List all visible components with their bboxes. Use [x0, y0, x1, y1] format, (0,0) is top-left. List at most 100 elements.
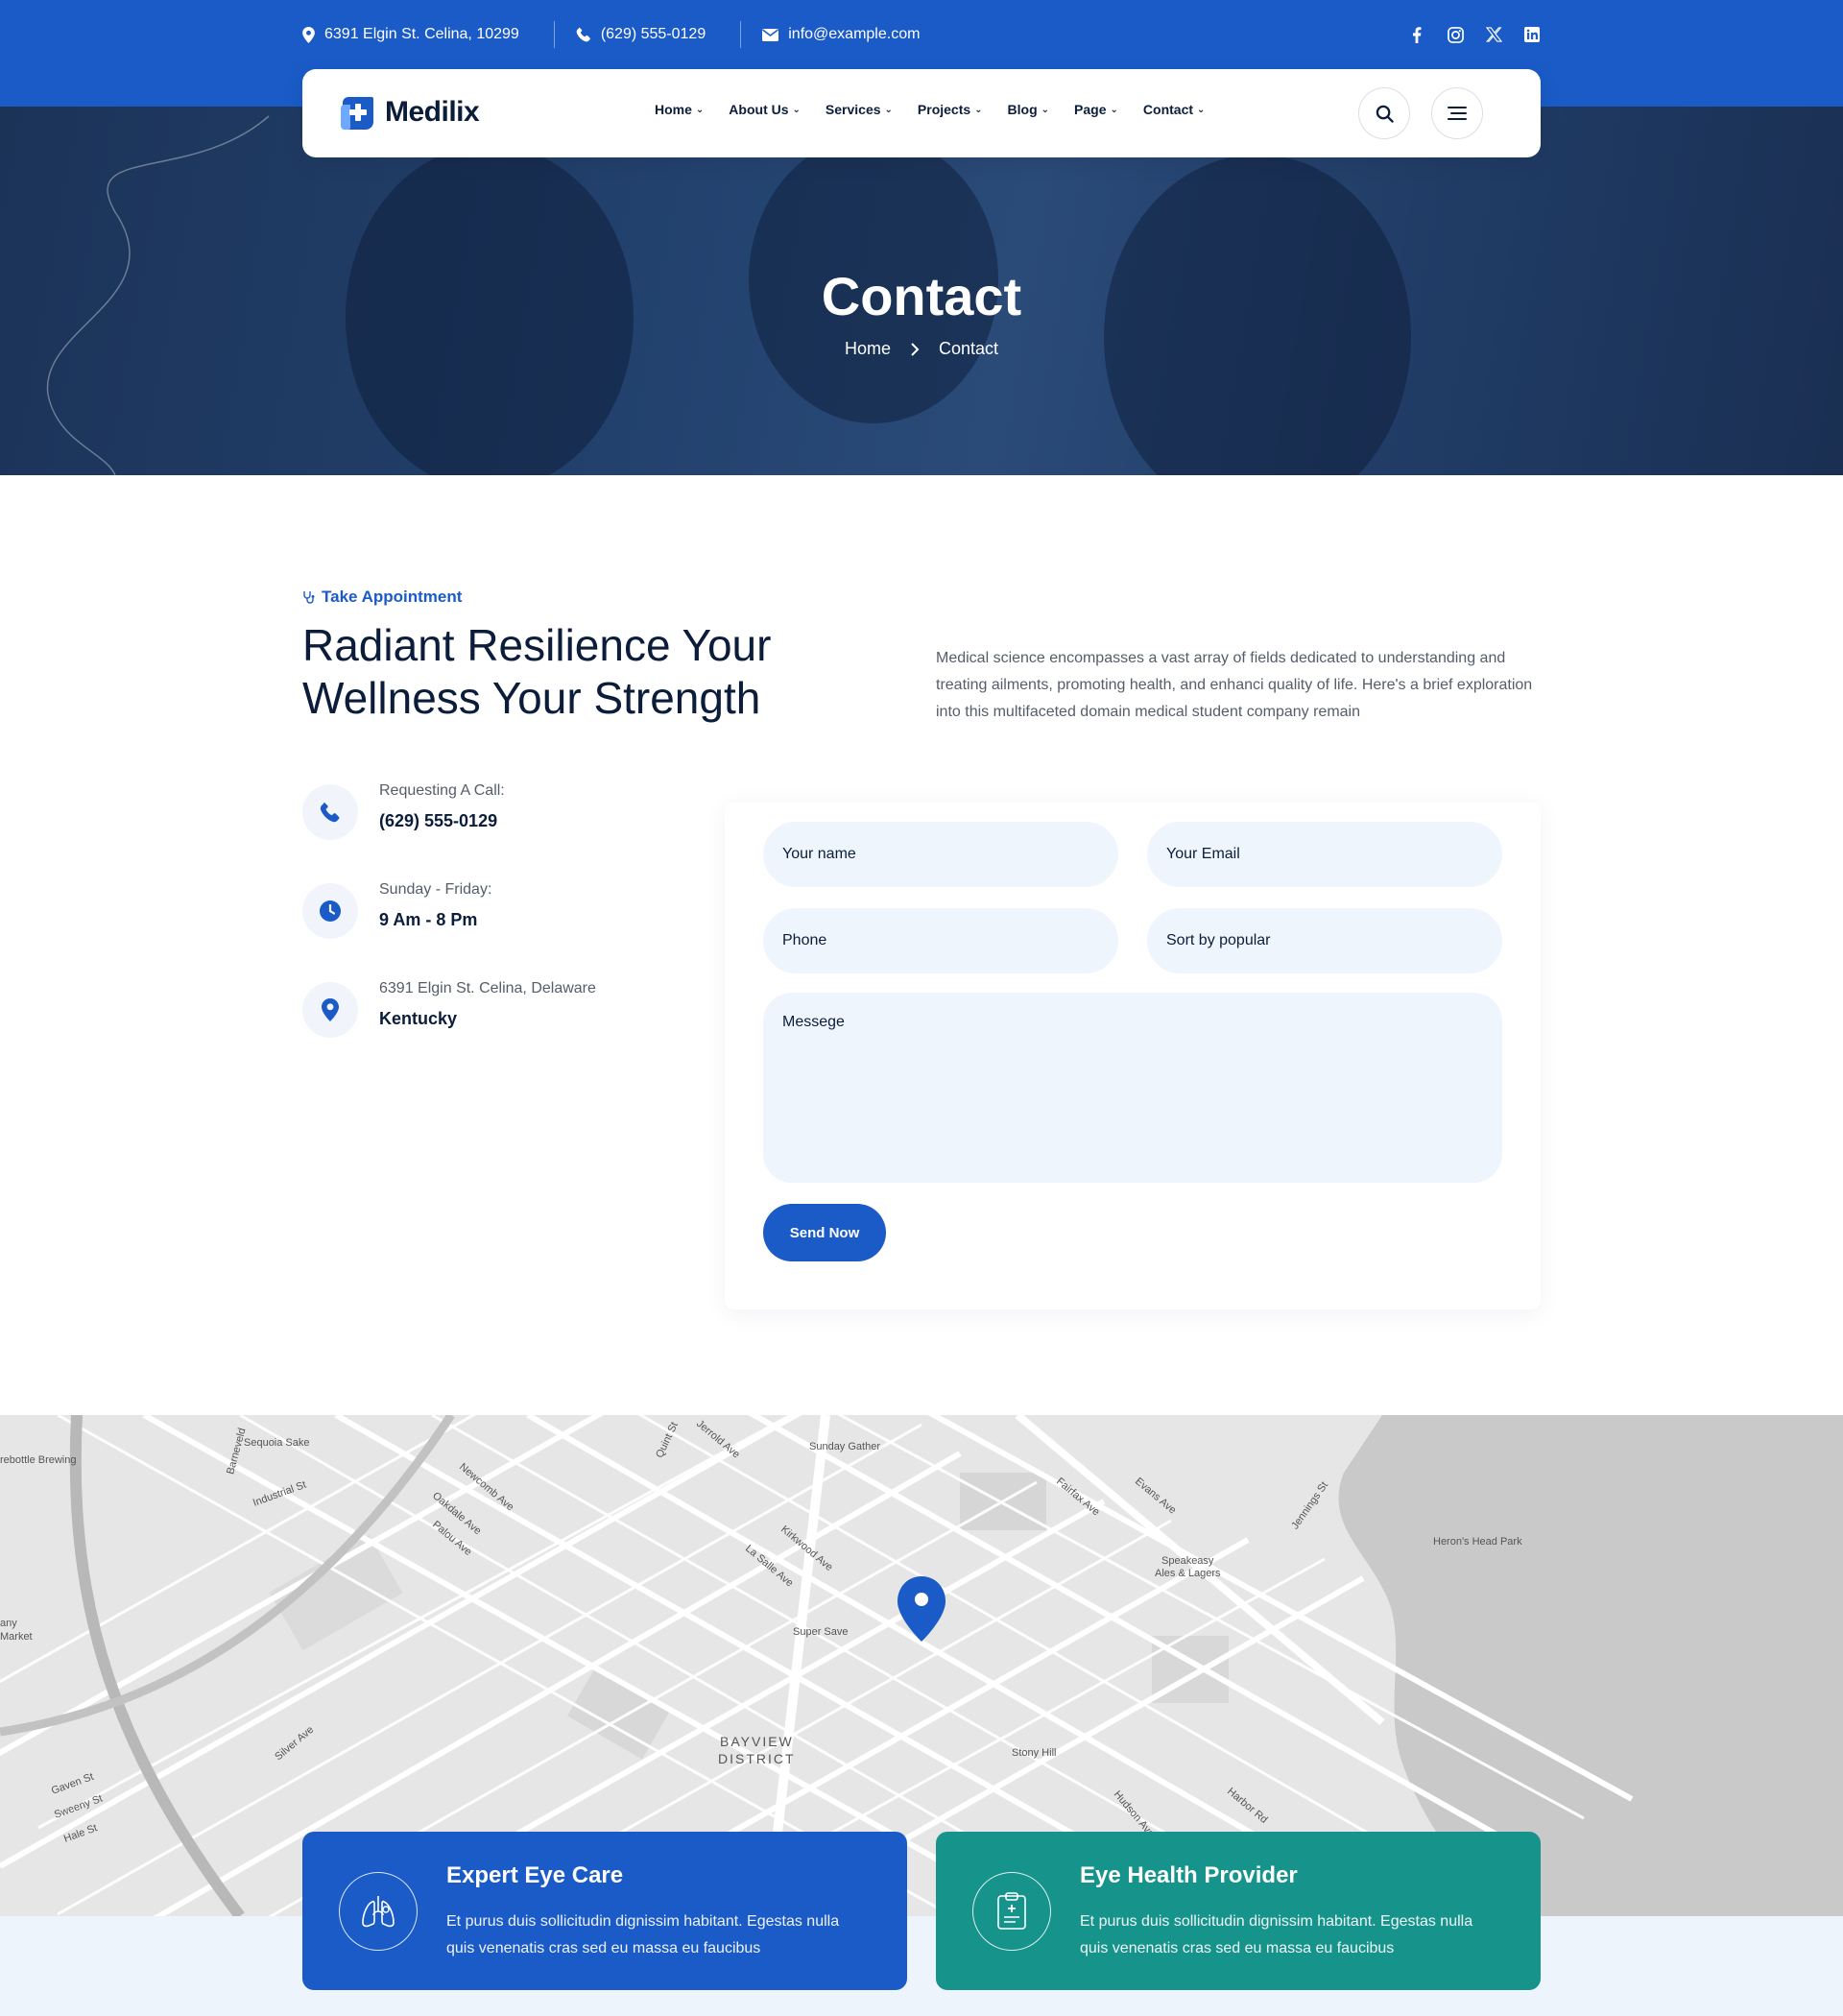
phone-icon — [320, 802, 340, 823]
breadcrumb-current: Contact — [938, 339, 999, 358]
chevron-down-icon: ⌄ — [1197, 104, 1206, 115]
nav-item-blog[interactable]: Blog ⌄ — [1008, 102, 1050, 117]
chevron-down-icon: ⌄ — [695, 104, 705, 115]
stethoscope-icon — [303, 591, 315, 604]
phone-input[interactable] — [763, 908, 1118, 973]
page-hero: Contact Home Contact — [0, 107, 1843, 475]
map-canvas: Barneveld Sequoia Sake rebottle Brewing … — [0, 1415, 1843, 1916]
svg-text:Stony Hill: Stony Hill — [1012, 1747, 1056, 1759]
chevron-right-icon — [911, 342, 920, 356]
social-links — [1408, 26, 1541, 43]
location-map[interactable]: Barneveld Sequoia Sake rebottle Brewing … — [0, 1415, 1843, 1916]
x-icon[interactable] — [1485, 26, 1502, 43]
nav-item-contact[interactable]: Contact ⌄ — [1143, 102, 1206, 117]
nav-item-label: Blog — [1007, 102, 1038, 117]
sort-select[interactable]: Sort by popular — [1147, 908, 1502, 973]
svg-text:Heron's Head Park: Heron's Head Park — [1433, 1536, 1522, 1548]
divider — [740, 21, 742, 48]
clipboard-medical-icon — [997, 1892, 1026, 1930]
topbar-address: 6391 Elgin St. Celina, 10299 — [302, 26, 554, 43]
contact-item-hours: Sunday - Friday: 9 Am - 8 Pm — [302, 881, 492, 939]
search-button[interactable] — [1358, 87, 1410, 139]
contact-icon-wrapper — [302, 982, 358, 1038]
message-textarea[interactable] — [763, 993, 1502, 1183]
email-input[interactable] — [1147, 822, 1502, 887]
svg-text:Gaven St: Gaven St — [50, 1771, 95, 1797]
section-tag: Take Appointment — [302, 588, 462, 607]
nav-item-label: Home — [655, 102, 692, 117]
contact-label: 6391 Elgin St. Celina, Delaware — [379, 980, 596, 996]
brand-logo[interactable]: Medilix — [341, 95, 480, 130]
nav-menu: Home ⌄ About Us ⌄ Services ⌄ Projects ⌄ Blog… — [655, 102, 1205, 117]
page-title: Contact — [821, 266, 1022, 326]
svg-text:Silver Ave: Silver Ave — [273, 1724, 316, 1764]
name-input[interactable] — [763, 822, 1118, 887]
divider — [553, 21, 555, 48]
lungs-icon — [362, 1896, 395, 1928]
nav-item-services[interactable]: Services ⌄ — [826, 102, 893, 117]
linkedin-icon[interactable] — [1523, 26, 1541, 43]
section-description: Medical science encompasses a vast array… — [936, 650, 1533, 720]
contact-form: Sort by popular Send Now — [725, 803, 1541, 1309]
contact-value: 9 Am - 8 Pm — [379, 910, 478, 929]
clock-icon — [320, 900, 341, 922]
contact-value: Kentucky — [379, 1009, 458, 1028]
topbar-email-text: info@example.com — [788, 26, 921, 42]
feature-icon-wrapper — [339, 1872, 418, 1951]
nav-item-label: Projects — [917, 102, 971, 117]
medical-cross-logo-icon — [341, 97, 373, 130]
hamburger-menu-icon — [1448, 107, 1467, 120]
feature-title: Eye Health Provider — [1080, 1862, 1298, 1888]
svg-text:Jennings St: Jennings St — [1289, 1479, 1330, 1531]
svg-text:BAYVIEW: BAYVIEW — [720, 1734, 794, 1749]
nav-item-label: About Us — [729, 102, 789, 117]
breadcrumb-home-link[interactable]: Home — [845, 339, 891, 359]
nav-item-projects[interactable]: Projects ⌄ — [918, 102, 983, 117]
contact-icon-wrapper — [302, 883, 358, 939]
svg-text:Sunday Gather: Sunday Gather — [809, 1441, 880, 1452]
svg-text:Speakeasy: Speakeasy — [1161, 1555, 1214, 1567]
chevron-down-icon: ⌄ — [974, 104, 983, 115]
feature-icon-wrapper — [972, 1872, 1051, 1951]
contact-item-location: 6391 Elgin St. Celina, Delaware Kentucky — [302, 980, 596, 1038]
chevron-down-icon: ⌄ — [884, 104, 893, 115]
chevron-down-icon: ⌄ — [1110, 104, 1118, 115]
contact-item-call: Requesting A Call: (629) 555-0129 — [302, 782, 505, 840]
envelope-icon — [762, 28, 779, 41]
phone-icon — [576, 27, 590, 42]
location-pin-icon — [302, 26, 315, 43]
chevron-down-icon: ⌄ — [1041, 104, 1050, 115]
feature-title: Expert Eye Care — [446, 1862, 624, 1888]
location-pin-icon — [322, 998, 339, 1021]
svg-text:Ales & Lagers: Ales & Lagers — [1155, 1568, 1221, 1579]
svg-text:Sweeny St: Sweeny St — [53, 1793, 105, 1821]
topbar-phone-text: (629) 555-0129 — [600, 26, 706, 42]
section-tag-text: Take Appointment — [322, 588, 463, 606]
send-now-button[interactable]: Send Now — [763, 1204, 886, 1261]
contact-icon-wrapper — [302, 784, 358, 840]
contact-label: Requesting A Call: — [379, 782, 505, 799]
section-heading: Radiant Resilience Your Wellness Your St… — [302, 620, 772, 723]
nav-item-home[interactable]: Home ⌄ — [655, 102, 704, 117]
feature-card-eye-health-provider[interactable]: Eye Health Provider Et purus duis sollic… — [936, 1832, 1541, 1990]
search-icon — [1376, 105, 1394, 123]
facebook-icon[interactable] — [1408, 26, 1425, 43]
bottom-background-strip — [0, 1916, 1843, 2016]
nav-item-about-us[interactable]: About Us ⌄ — [729, 102, 801, 117]
svg-text:Super Save: Super Save — [793, 1626, 848, 1638]
nav-item-page[interactable]: Page ⌄ — [1074, 102, 1118, 117]
feature-card-expert-eye-care[interactable]: Expert Eye Care Et purus duis sollicitud… — [302, 1832, 907, 1990]
breadcrumb: Home Contact — [0, 339, 1843, 359]
main-navigation: Medilix Home ⌄ About Us ⌄ Services ⌄ Projec… — [302, 69, 1541, 157]
menu-toggle-button[interactable] — [1431, 87, 1483, 139]
contact-label: Sunday - Friday: — [379, 881, 492, 898]
feature-text: Et purus duis sollicitudin dignissim hab… — [1080, 1913, 1473, 1956]
svg-text:Sequoia Sake: Sequoia Sake — [244, 1437, 310, 1449]
topbar-address-text: 6391 Elgin St. Celina, 10299 — [324, 26, 519, 42]
topbar-email[interactable]: info@example.com — [762, 26, 954, 43]
contact-value[interactable]: (629) 555-0129 — [379, 811, 505, 831]
topbar-phone[interactable]: (629) 555-0129 — [576, 26, 740, 43]
svg-text:rebottle Brewing: rebottle Brewing — [0, 1454, 77, 1466]
instagram-icon[interactable] — [1447, 26, 1464, 43]
svg-text:any: any — [0, 1618, 17, 1629]
